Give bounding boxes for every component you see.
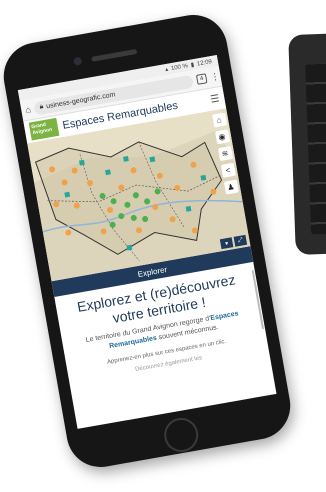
map-marker bbox=[126, 244, 133, 251]
clock: 12:09 bbox=[196, 58, 213, 68]
phone-home-button[interactable] bbox=[161, 415, 201, 455]
signal-icon: ▴ bbox=[164, 66, 169, 74]
background-device-keys bbox=[305, 63, 326, 235]
smartphone: ▴ 100 % ▮ 12:09 ⌂ 🔒︎ usiness-geografic.c… bbox=[0, 9, 296, 473]
map-marker bbox=[149, 156, 156, 163]
fullscreen-map-button[interactable]: ⤢ bbox=[233, 234, 248, 247]
kebab-icon[interactable]: ⋮ bbox=[210, 70, 221, 83]
collapse-map-button[interactable]: ▾ bbox=[219, 237, 234, 250]
grand-avignon-logo[interactable]: Grand Avignon bbox=[28, 117, 60, 141]
home-icon[interactable]: ⌂ bbox=[25, 104, 32, 115]
layers-icon[interactable]: ≋ bbox=[217, 146, 233, 162]
map-marker bbox=[185, 205, 192, 212]
map-marker bbox=[105, 169, 111, 176]
front-camera bbox=[73, 56, 83, 66]
map-marker bbox=[123, 156, 129, 162]
battery-icon: ▮ bbox=[190, 62, 195, 69]
map-marker bbox=[64, 191, 71, 198]
location-icon[interactable]: ◉ bbox=[214, 129, 230, 145]
map-marker bbox=[79, 159, 85, 166]
background-device bbox=[288, 33, 326, 255]
person-icon[interactable]: ♟ bbox=[223, 179, 239, 195]
phone-screen: ▴ 100 % ▮ 12:09 ⌂ 🔒︎ usiness-geografic.c… bbox=[17, 55, 277, 429]
photo-stage: ▴ 100 % ▮ 12:09 ⌂ 🔒︎ usiness-geografic.c… bbox=[0, 0, 326, 492]
map-marker bbox=[200, 174, 207, 181]
share-icon[interactable]: < bbox=[220, 162, 236, 178]
battery-level: 100 % bbox=[170, 62, 189, 72]
hamburger-icon[interactable]: ☰ bbox=[210, 93, 221, 105]
tab-switcher-button[interactable]: 4 bbox=[195, 73, 208, 85]
earpiece-speaker bbox=[91, 48, 138, 62]
lock-icon: 🔒︎ bbox=[38, 103, 44, 111]
home-icon[interactable]: ⌂ bbox=[211, 112, 227, 128]
